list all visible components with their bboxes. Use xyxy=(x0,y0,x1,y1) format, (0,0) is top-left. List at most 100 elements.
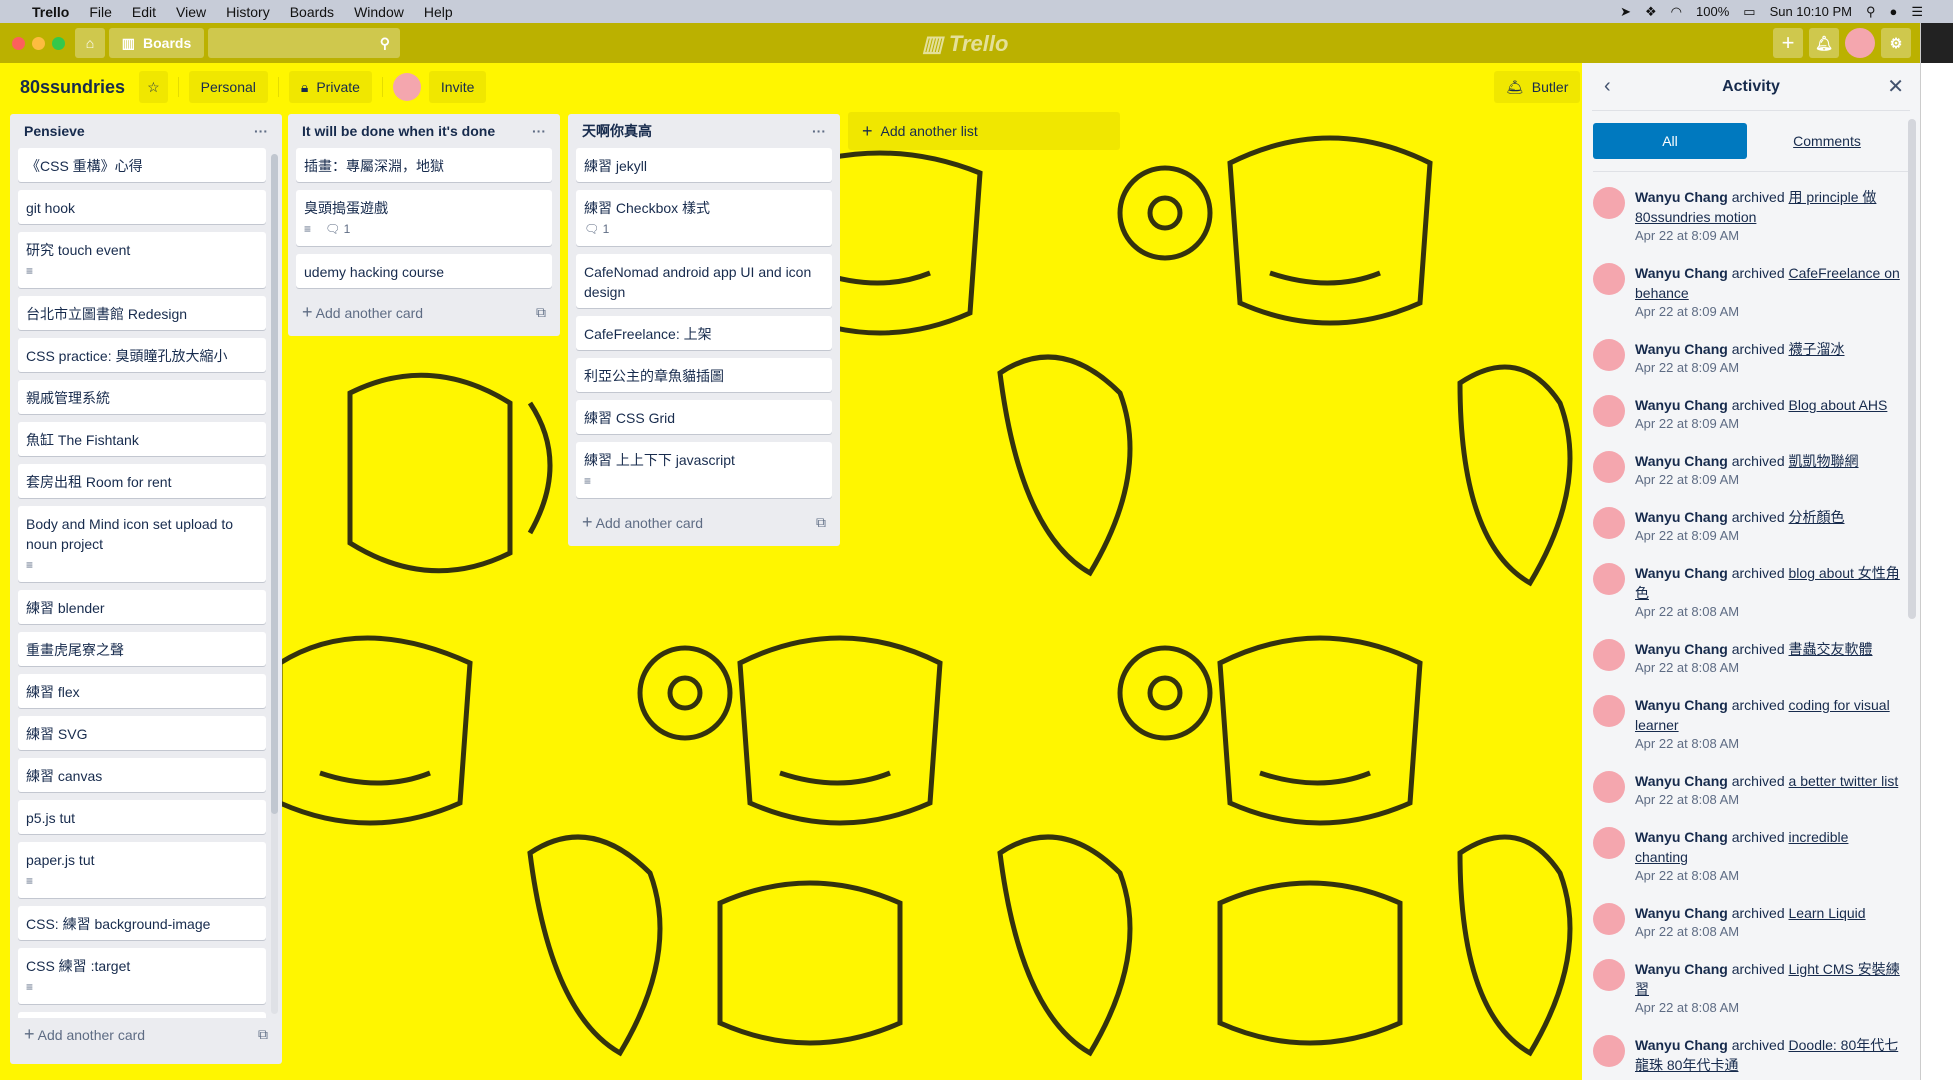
list-title[interactable]: Pensieve xyxy=(24,123,85,139)
tab-comments[interactable]: Comments xyxy=(1747,123,1907,159)
menu-help[interactable]: Help xyxy=(424,4,453,20)
scrollbar-thumb[interactable] xyxy=(271,154,278,814)
activity-user[interactable]: Wanyu Chang xyxy=(1635,697,1728,713)
settings-button[interactable]: ⚙ xyxy=(1881,28,1911,58)
activity-avatar[interactable] xyxy=(1593,695,1625,727)
activity-scrollbar[interactable] xyxy=(1908,119,1916,619)
activity-user[interactable]: Wanyu Chang xyxy=(1635,453,1728,469)
activity-date[interactable]: Apr 22 at 8:08 AM xyxy=(1635,791,1905,809)
card-template-icon[interactable]: ⧉ xyxy=(816,514,826,531)
card[interactable]: 研究 touch event ≡ xyxy=(18,232,266,288)
menu-window[interactable]: Window xyxy=(354,4,404,20)
search-input[interactable]: ⚲ xyxy=(208,28,400,58)
card[interactable]: CSS practice: 臭頭瞳孔放大縮小 xyxy=(18,338,266,372)
card[interactable]: paper.js tut ≡ xyxy=(18,842,266,898)
card[interactable]: 練習 canvas xyxy=(18,758,266,792)
menu-history[interactable]: History xyxy=(226,4,270,20)
list-menu-icon[interactable]: ··· xyxy=(532,123,546,139)
activity-date[interactable]: Apr 22 at 8:09 AM xyxy=(1635,415,1905,433)
activity-user[interactable]: Wanyu Chang xyxy=(1635,829,1728,845)
board-title[interactable]: 80ssundries xyxy=(20,77,125,98)
card[interactable]: 重畫虎尾寮之聲 xyxy=(18,632,266,666)
card[interactable]: 練習 blender xyxy=(18,590,266,624)
card[interactable]: udemy hacking course xyxy=(296,254,552,288)
invite-button[interactable]: Invite xyxy=(428,71,487,103)
add-card-button[interactable]: + Add another card ⧉ xyxy=(576,506,832,538)
activity-avatar[interactable] xyxy=(1593,827,1625,859)
activity-card-link[interactable]: 襪子溜冰 xyxy=(1789,341,1845,357)
card[interactable]: 練習 上上下下 javascript ≡ xyxy=(576,442,832,498)
activity-date[interactable]: Apr 22 at 8:09 AM xyxy=(1635,303,1905,321)
card[interactable]: 台北市立圖書館 Redesign xyxy=(18,296,266,330)
add-card-button[interactable]: + Add another card ⧉ xyxy=(296,296,552,328)
activity-date[interactable]: Apr 22 at 8:09 AM xyxy=(1635,227,1905,245)
activity-user[interactable]: Wanyu Chang xyxy=(1635,641,1728,657)
activity-card-link[interactable]: 書蟲交友軟體 xyxy=(1789,641,1873,657)
card[interactable]: 練習 flex xyxy=(18,674,266,708)
list-scrollbar[interactable] xyxy=(271,154,278,1014)
activity-avatar[interactable] xyxy=(1593,507,1625,539)
activity-avatar[interactable] xyxy=(1593,1035,1625,1067)
list-header[interactable]: 天啊你真高 ··· xyxy=(576,114,832,148)
menu-app-name[interactable]: Trello xyxy=(32,4,69,20)
home-button[interactable]: ⌂ xyxy=(75,28,105,58)
activity-date[interactable]: Apr 22 at 8:08 AM xyxy=(1635,735,1905,753)
card[interactable]: CafeNomad android app UI and icon design xyxy=(576,254,832,308)
notifications-button[interactable]: 🔔︎ xyxy=(1809,28,1839,58)
butler-button[interactable]: 🛎︎ Butler xyxy=(1494,71,1581,103)
window-close-button[interactable] xyxy=(12,36,25,50)
activity-avatar[interactable] xyxy=(1593,563,1625,595)
activity-user[interactable]: Wanyu Chang xyxy=(1635,1037,1728,1053)
activity-date[interactable]: Apr 22 at 8:08 AM xyxy=(1635,659,1905,677)
list-menu-icon[interactable]: ··· xyxy=(812,123,826,139)
tab-all[interactable]: All xyxy=(1593,123,1747,159)
activity-user[interactable]: Wanyu Chang xyxy=(1635,961,1728,977)
dropbox-icon[interactable]: ❖ xyxy=(1645,4,1657,20)
add-card-button[interactable]: + Add another card ⧉ xyxy=(18,1018,274,1050)
card[interactable]: CSS 練習 :target ≡ xyxy=(18,948,266,1004)
card[interactable]: 親戚管理系統 xyxy=(18,380,266,414)
list-title[interactable]: It will be done when it's done xyxy=(302,123,495,139)
activity-avatar[interactable] xyxy=(1593,339,1625,371)
activity-card-link[interactable]: 分析顏色 xyxy=(1789,509,1845,525)
list-header[interactable]: It will be done when it's done ··· xyxy=(296,114,552,148)
card[interactable]: Body and Mind icon set upload to noun pr… xyxy=(18,506,266,582)
card[interactable]: CafeFreelance: 上架 xyxy=(576,316,832,350)
trello-logo[interactable]: ▥ Trello xyxy=(922,31,1008,57)
create-button[interactable]: + xyxy=(1773,28,1803,58)
activity-date[interactable]: Apr 22 at 8:08 AM xyxy=(1635,1075,1905,1077)
activity-user[interactable]: Wanyu Chang xyxy=(1635,905,1728,921)
activity-date[interactable]: Apr 22 at 8:09 AM xyxy=(1635,527,1905,545)
activity-date[interactable]: Apr 22 at 8:09 AM xyxy=(1635,359,1905,377)
activity-avatar[interactable] xyxy=(1593,263,1625,295)
activity-card-link[interactable]: 凱凱物聯網 xyxy=(1789,453,1859,469)
menu-edit[interactable]: Edit xyxy=(132,4,156,20)
window-minimize-button[interactable] xyxy=(32,36,45,50)
menu-boards[interactable]: Boards xyxy=(290,4,334,20)
list-header[interactable]: Pensieve ··· xyxy=(18,114,274,148)
card[interactable]: 臭頭搗蛋遊戲 ≡ 🗨︎ 1 xyxy=(296,190,552,246)
notification-center-icon[interactable]: ☰ xyxy=(1911,4,1923,20)
card-template-icon[interactable]: ⧉ xyxy=(258,1026,268,1043)
star-button[interactable]: ☆ xyxy=(139,71,168,103)
card[interactable]: 套房出租 Room for rent xyxy=(18,464,266,498)
siri-icon[interactable]: ● xyxy=(1889,4,1897,19)
card[interactable]: 練習 CSS Grid xyxy=(576,400,832,434)
activity-user[interactable]: Wanyu Chang xyxy=(1635,265,1728,281)
add-list-button[interactable]: + Add another list xyxy=(848,112,1120,150)
activity-user[interactable]: Wanyu Chang xyxy=(1635,189,1728,205)
activity-user[interactable]: Wanyu Chang xyxy=(1635,341,1728,357)
back-icon[interactable]: ‹ xyxy=(1604,75,1611,98)
location-icon[interactable]: ➤ xyxy=(1620,4,1631,20)
activity-card-link[interactable]: Learn Liquid xyxy=(1789,905,1866,921)
activity-avatar[interactable] xyxy=(1593,903,1625,935)
member-avatar[interactable] xyxy=(392,73,421,101)
activity-user[interactable]: Wanyu Chang xyxy=(1635,509,1728,525)
card[interactable]: 插畫：專屬深淵，地獄 xyxy=(296,148,552,182)
activity-user[interactable]: Wanyu Chang xyxy=(1635,773,1728,789)
activity-card-link[interactable]: Blog about AHS xyxy=(1789,397,1888,413)
card[interactable]: 練習 jekyll xyxy=(576,148,832,182)
list-title[interactable]: 天啊你真高 xyxy=(582,121,652,141)
activity-card-link[interactable]: a better twitter list xyxy=(1789,773,1899,789)
card[interactable]: CSS: 練習 background-image xyxy=(18,906,266,940)
